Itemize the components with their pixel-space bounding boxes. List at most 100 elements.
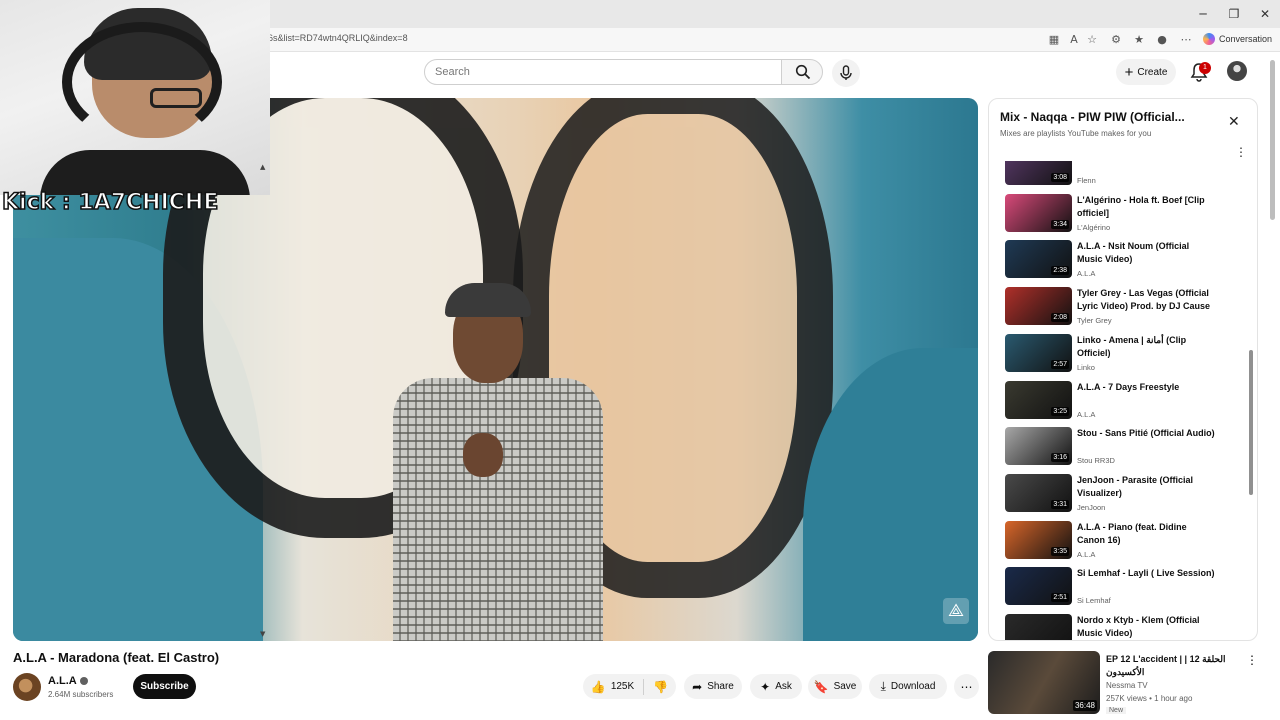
thumbs-down-icon[interactable]: 👎 bbox=[653, 680, 668, 694]
recommended-channel[interactable]: Nessma TV bbox=[1106, 681, 1148, 690]
more-vertical-icon[interactable]: ⋮ bbox=[1246, 653, 1258, 667]
ask-label: Ask bbox=[775, 681, 792, 692]
favorite-star-icon[interactable]: ☆ bbox=[1084, 32, 1100, 48]
playlist-item-channel: A.L.A bbox=[1077, 409, 1096, 419]
playlist-item-title[interactable]: Stou - Sans Pitié (Official Audio) bbox=[1077, 427, 1217, 440]
share-button[interactable]: ➦ Share bbox=[684, 674, 742, 699]
playlist-thumbnail[interactable]: 2:38 bbox=[1005, 240, 1072, 279]
playlist-item[interactable]: 2:08 Tyler Grey - Las Vegas (Official Lyr… bbox=[1005, 287, 1235, 331]
playlist-item[interactable]: 2:51 Si Lemhaf - Layli ( Live Session) Si … bbox=[1005, 567, 1235, 611]
playlist-item-channel: L'Algérino bbox=[1077, 222, 1111, 232]
playlist-thumbnail[interactable]: 2:51 bbox=[1005, 567, 1072, 606]
playlist-thumbnail[interactable]: 2:57 bbox=[1005, 333, 1072, 372]
playlist-item[interactable]: 3:34 L'Algérino - Hola ft. Boef [Clip off… bbox=[1005, 193, 1235, 238]
copilot-conversation-button[interactable]: Conversation bbox=[1203, 33, 1272, 45]
playlist-item[interactable]: Nordo x Ktyb - Klem (Official Music Vide… bbox=[1005, 614, 1235, 640]
playlist-thumbnail[interactable]: 2:08 bbox=[1005, 287, 1072, 326]
recommended-video[interactable]: 36:48 EP 12 L'accident | الحلقة 12 | الأ… bbox=[988, 651, 1258, 719]
extension-icon[interactable]: ⚙ bbox=[1108, 32, 1124, 48]
create-button[interactable]: + Create bbox=[1116, 59, 1176, 85]
new-badge: New bbox=[1106, 707, 1127, 714]
playlist-item[interactable]: 2:57 Linko - Amena | أمانة (Clip Officiel… bbox=[1005, 333, 1235, 378]
channel-watermark-icon[interactable]: ⟁ bbox=[943, 598, 969, 624]
subject-shirt bbox=[393, 378, 603, 641]
close-icon[interactable]: ✕ bbox=[1255, 6, 1275, 22]
recommended-thumbnail[interactable]: 36:48 bbox=[988, 651, 1100, 714]
like-divider bbox=[643, 678, 645, 695]
account-avatar[interactable] bbox=[1227, 61, 1247, 81]
translate-icon[interactable]: A bbox=[1066, 32, 1082, 48]
conversation-label: Conversation bbox=[1219, 34, 1273, 44]
more-vertical-icon[interactable]: ⋮ bbox=[1235, 145, 1247, 159]
verified-icon bbox=[79, 677, 88, 686]
playlist-scrollbar[interactable] bbox=[1249, 350, 1253, 495]
streamer-shirt bbox=[40, 150, 250, 195]
close-icon[interactable]: ✕ bbox=[1228, 114, 1240, 130]
recommended-title[interactable]: EP 12 L'accident | الحلقة 12 | الأكسيدون bbox=[1106, 653, 1246, 679]
channel-name[interactable]: A.L.A bbox=[48, 675, 88, 687]
playlist-thumbnail[interactable] bbox=[1005, 614, 1072, 640]
playlist-item-title[interactable]: L'Algérino - Hola ft. Boef [Clip officie… bbox=[1077, 194, 1217, 220]
download-icon: ⤓ bbox=[880, 679, 886, 693]
kick-channel-label: Kick : 1A7CHICHE bbox=[1, 189, 219, 216]
like-count[interactable]: 125K bbox=[611, 681, 634, 692]
maximize-icon[interactable]: ❐ bbox=[1224, 6, 1244, 22]
playlist-thumbnail[interactable]: 3:35 bbox=[1005, 520, 1072, 559]
playlist-item-title[interactable]: A.L.A - Piano (feat. Didine Canon 16) bbox=[1077, 521, 1217, 547]
microphone-icon bbox=[840, 65, 852, 80]
thumbs-up-icon[interactable]: 👍 bbox=[591, 680, 606, 694]
more-actions-button[interactable]: ⋯ bbox=[954, 674, 979, 699]
url-text[interactable]: 6s&list=RD74wtn4QRLIQ&index=8 bbox=[268, 33, 408, 43]
playlist-item[interactable]: 3:08 Flenn bbox=[1005, 161, 1235, 191]
playlist-thumbnail[interactable]: 3:08 bbox=[1005, 161, 1072, 185]
playlist-item[interactable]: 3:25 A.L.A - 7 Days Freestyle A.L.A bbox=[1005, 380, 1235, 425]
favorites-icon[interactable]: ★ bbox=[1131, 32, 1147, 48]
playlist-item-channel: Tyler Grey bbox=[1077, 316, 1112, 326]
plus-icon: + bbox=[1124, 63, 1134, 81]
save-button[interactable]: 🔖 Save bbox=[808, 674, 862, 699]
notification-badge: 1 bbox=[1199, 62, 1211, 74]
playlist-item-title[interactable]: Tyler Grey - Las Vegas (Official Lyric V… bbox=[1077, 287, 1217, 313]
more-menu-icon[interactable]: ⋯ bbox=[1178, 32, 1194, 48]
channel-avatar[interactable] bbox=[13, 673, 41, 701]
playlist-title[interactable]: Mix - Naqqa - PIW PIW (Official... bbox=[1000, 110, 1196, 124]
page-scrollbar[interactable] bbox=[1270, 60, 1275, 220]
playlist-item-title[interactable]: A.L.A - Nsit Noum (Official Music Video) bbox=[1077, 240, 1217, 266]
playlist-item-title[interactable]: JenJoon - Parasite (Official Visualizer) bbox=[1077, 474, 1217, 500]
voice-search-button[interactable] bbox=[832, 59, 860, 87]
ask-button[interactable]: ✦ Ask bbox=[750, 674, 802, 699]
scroll-down-icon[interactable]: ▼ bbox=[260, 630, 265, 638]
playlist-item[interactable]: 2:38 A.L.A - Nsit Noum (Official Music Vi… bbox=[1005, 240, 1235, 284]
profile-icon[interactable]: ● bbox=[1154, 32, 1170, 48]
playlist-item-title[interactable]: Si Lemhaf - Layli ( Live Session) bbox=[1077, 567, 1217, 580]
subscribe-button[interactable]: Subscribe bbox=[133, 674, 196, 699]
playlist-thumbnail[interactable]: 3:16 bbox=[1005, 427, 1072, 466]
playlist-item-channel: A.L.A bbox=[1077, 549, 1096, 559]
headset-icon bbox=[62, 22, 222, 142]
channel-name-text: A.L.A bbox=[48, 675, 77, 687]
video-duration: 2:38 bbox=[1051, 266, 1069, 276]
minimize-icon[interactable]: ─ bbox=[1193, 6, 1213, 22]
share-icon: ➦ bbox=[692, 679, 703, 694]
playlist-item-title[interactable]: Nordo x Ktyb - Klem (Official Music Vide… bbox=[1077, 614, 1217, 640]
playlist-thumbnail[interactable]: 3:31 bbox=[1005, 473, 1072, 512]
subject-cap bbox=[445, 283, 531, 317]
playlist-item[interactable]: 3:31 JenJoon - Parasite (Official Visuali… bbox=[1005, 473, 1235, 518]
search-input[interactable]: Search bbox=[424, 59, 782, 85]
subject-hand bbox=[463, 433, 503, 477]
search-button[interactable] bbox=[781, 59, 823, 85]
playlist-item[interactable]: 3:16 Stou - Sans Pitié (Official Audio) St… bbox=[1005, 427, 1235, 471]
video-duration: 3:31 bbox=[1051, 499, 1069, 509]
playlist-item-title[interactable]: Linko - Amena | أمانة (Clip Officiel) bbox=[1077, 334, 1217, 360]
glasses bbox=[150, 88, 202, 108]
playlist-thumbnail[interactable]: 3:25 bbox=[1005, 380, 1072, 419]
video-subject bbox=[383, 283, 613, 641]
download-button[interactable]: ⤓ Download bbox=[869, 674, 947, 699]
playlist-thumbnail[interactable]: 3:34 bbox=[1005, 193, 1072, 232]
playlist-item-title[interactable]: A.L.A - 7 Days Freestyle bbox=[1077, 381, 1217, 394]
playlist-items: 3:08 Flenn 3:34 L'Algérino - Hola ft. Boef … bbox=[989, 161, 1257, 640]
playlist-item[interactable]: 3:35 A.L.A - Piano (feat. Didine Canon 16… bbox=[1005, 520, 1235, 565]
scroll-up-icon[interactable]: ▲ bbox=[260, 163, 265, 171]
screen-share-icon[interactable]: ▦ bbox=[1046, 32, 1062, 48]
video-duration: 2:57 bbox=[1051, 359, 1069, 369]
